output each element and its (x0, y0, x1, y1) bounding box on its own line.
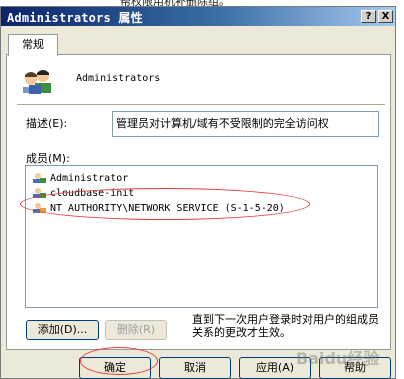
member-name: Administrator (50, 172, 129, 184)
group-name: Administrators (76, 73, 161, 84)
divider (17, 104, 385, 105)
member-item[interactable]: cloudbase-init (33, 186, 134, 200)
description-label: 描述(E): (26, 117, 68, 130)
members-label: 成员(M): (26, 152, 70, 165)
description-field[interactable]: 管理员对计算机/域有不受限制的完全访问权 (112, 111, 379, 137)
watermark: Baidu经验 (296, 349, 380, 368)
group-icon (23, 70, 51, 94)
ok-button[interactable]: 确定 (79, 357, 151, 379)
user-icon (33, 188, 46, 198)
member-name: NT AUTHORITY\NETWORK SERVICE (S-1-5-20) (50, 202, 285, 214)
tab-general[interactable]: 常规 (8, 34, 58, 56)
members-list[interactable]: Administrator cloudbase-init NT AUTHORIT… (25, 165, 378, 308)
membership-note: 直到下一次用户登录时对用户的组成员关系的更改才生效。 (192, 313, 379, 339)
member-item[interactable]: NT AUTHORITY\NETWORK SERVICE (S-1-5-20) (33, 201, 285, 215)
member-name: cloudbase-init (50, 187, 135, 199)
user-icon (33, 203, 46, 213)
member-item[interactable]: Administrator (33, 171, 128, 185)
title-close-button[interactable]: X (378, 10, 393, 23)
title-help-button[interactable]: ? (361, 10, 376, 23)
user-icon (33, 173, 46, 183)
add-member-button[interactable]: 添加(D)... (26, 320, 99, 340)
cancel-button[interactable]: 取消 (159, 357, 231, 379)
properties-dialog: Administrators 属性 ? X 常规 Administrators … (0, 6, 396, 379)
remove-member-button[interactable]: 删除(R) (105, 320, 167, 340)
title-bar[interactable]: Administrators 属性 ? X (1, 7, 395, 26)
window-title: Administrators 属性 (7, 11, 143, 25)
